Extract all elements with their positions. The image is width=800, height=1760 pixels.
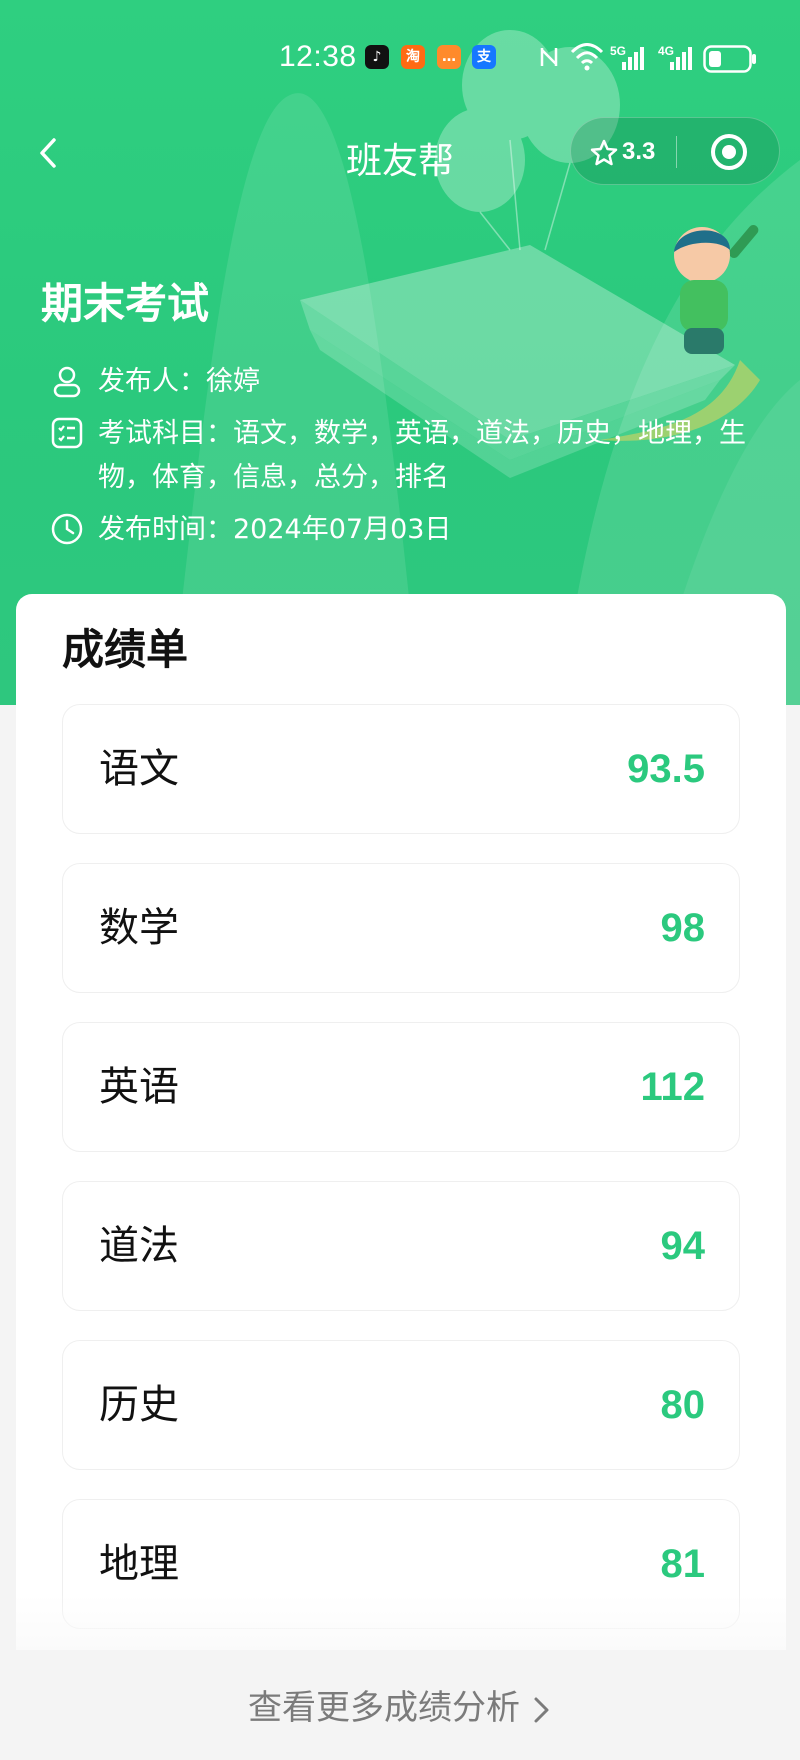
score-value: 94 bbox=[660, 1224, 706, 1268]
exam-title: 期末考试 bbox=[41, 279, 210, 328]
score-item-math[interactable]: 数学 98 bbox=[62, 863, 740, 993]
score-value: 80 bbox=[660, 1383, 706, 1427]
star-icon bbox=[590, 139, 618, 166]
close-miniprogram-button[interactable] bbox=[677, 118, 781, 186]
score-subject: 历史 bbox=[99, 1382, 179, 1428]
more-analysis-label: 查看更多成绩分析 bbox=[248, 1688, 520, 1728]
chevron-right-icon bbox=[534, 1697, 549, 1722]
report-title: 成绩单 bbox=[62, 625, 189, 674]
score-report-card: 成绩单 语文 93.5 数学 98 英语 112 道法 94 历史 80 地理 … bbox=[16, 594, 786, 1654]
score-value: 93.5 bbox=[627, 747, 705, 791]
wifi-icon bbox=[570, 43, 604, 71]
publish-time-text: 发布时间：2024年07月03日 bbox=[98, 514, 452, 545]
score-subject: 语文 bbox=[99, 746, 179, 792]
score-value: 112 bbox=[640, 1065, 705, 1109]
miniprogram-capsule: 3.3 bbox=[570, 117, 780, 185]
person-icon bbox=[53, 366, 81, 398]
rating-value: 3.3 bbox=[622, 138, 656, 165]
nfc-icon bbox=[540, 48, 558, 66]
target-icon bbox=[711, 134, 747, 170]
taobao-icon: 淘 bbox=[401, 45, 425, 69]
checklist-icon bbox=[51, 417, 83, 449]
message-icon: … bbox=[437, 45, 461, 69]
score-value: 98 bbox=[660, 906, 706, 950]
score-item-english[interactable]: 英语 112 bbox=[62, 1022, 740, 1152]
clock-icon bbox=[51, 513, 83, 545]
battery-icon bbox=[703, 45, 756, 73]
score-subject: 数学 bbox=[99, 905, 179, 951]
publisher-text: 发布人：徐婷 bbox=[98, 366, 260, 397]
alipay-icon: 支 bbox=[472, 45, 496, 69]
footer-bar: 查看更多成绩分析 bbox=[0, 1650, 800, 1760]
status-bar: 12:38 ♪ 淘 … 支 5G 4G bbox=[0, 0, 800, 118]
signal-5g-icon bbox=[622, 47, 644, 70]
subjects-text: 考试科目：语文，数学，英语，道法，历史，地理，生物，体育，信息，总分，排名 bbox=[98, 418, 746, 493]
rating-button[interactable]: 3.3 bbox=[571, 118, 676, 186]
score-item-chinese[interactable]: 语文 93.5 bbox=[62, 704, 740, 834]
score-item-history[interactable]: 历史 80 bbox=[62, 1340, 740, 1470]
status-time: 12:38 bbox=[279, 40, 357, 73]
score-item-morality-law[interactable]: 道法 94 bbox=[62, 1181, 740, 1311]
score-subject: 英语 bbox=[99, 1064, 179, 1110]
tiktok-icon: ♪ bbox=[365, 45, 389, 69]
score-subject: 道法 bbox=[99, 1223, 179, 1269]
list-fade-overlay bbox=[16, 1594, 786, 1654]
signal-4g-icon bbox=[670, 47, 692, 70]
more-analysis-link[interactable]: 查看更多成绩分析 bbox=[0, 1680, 800, 1729]
